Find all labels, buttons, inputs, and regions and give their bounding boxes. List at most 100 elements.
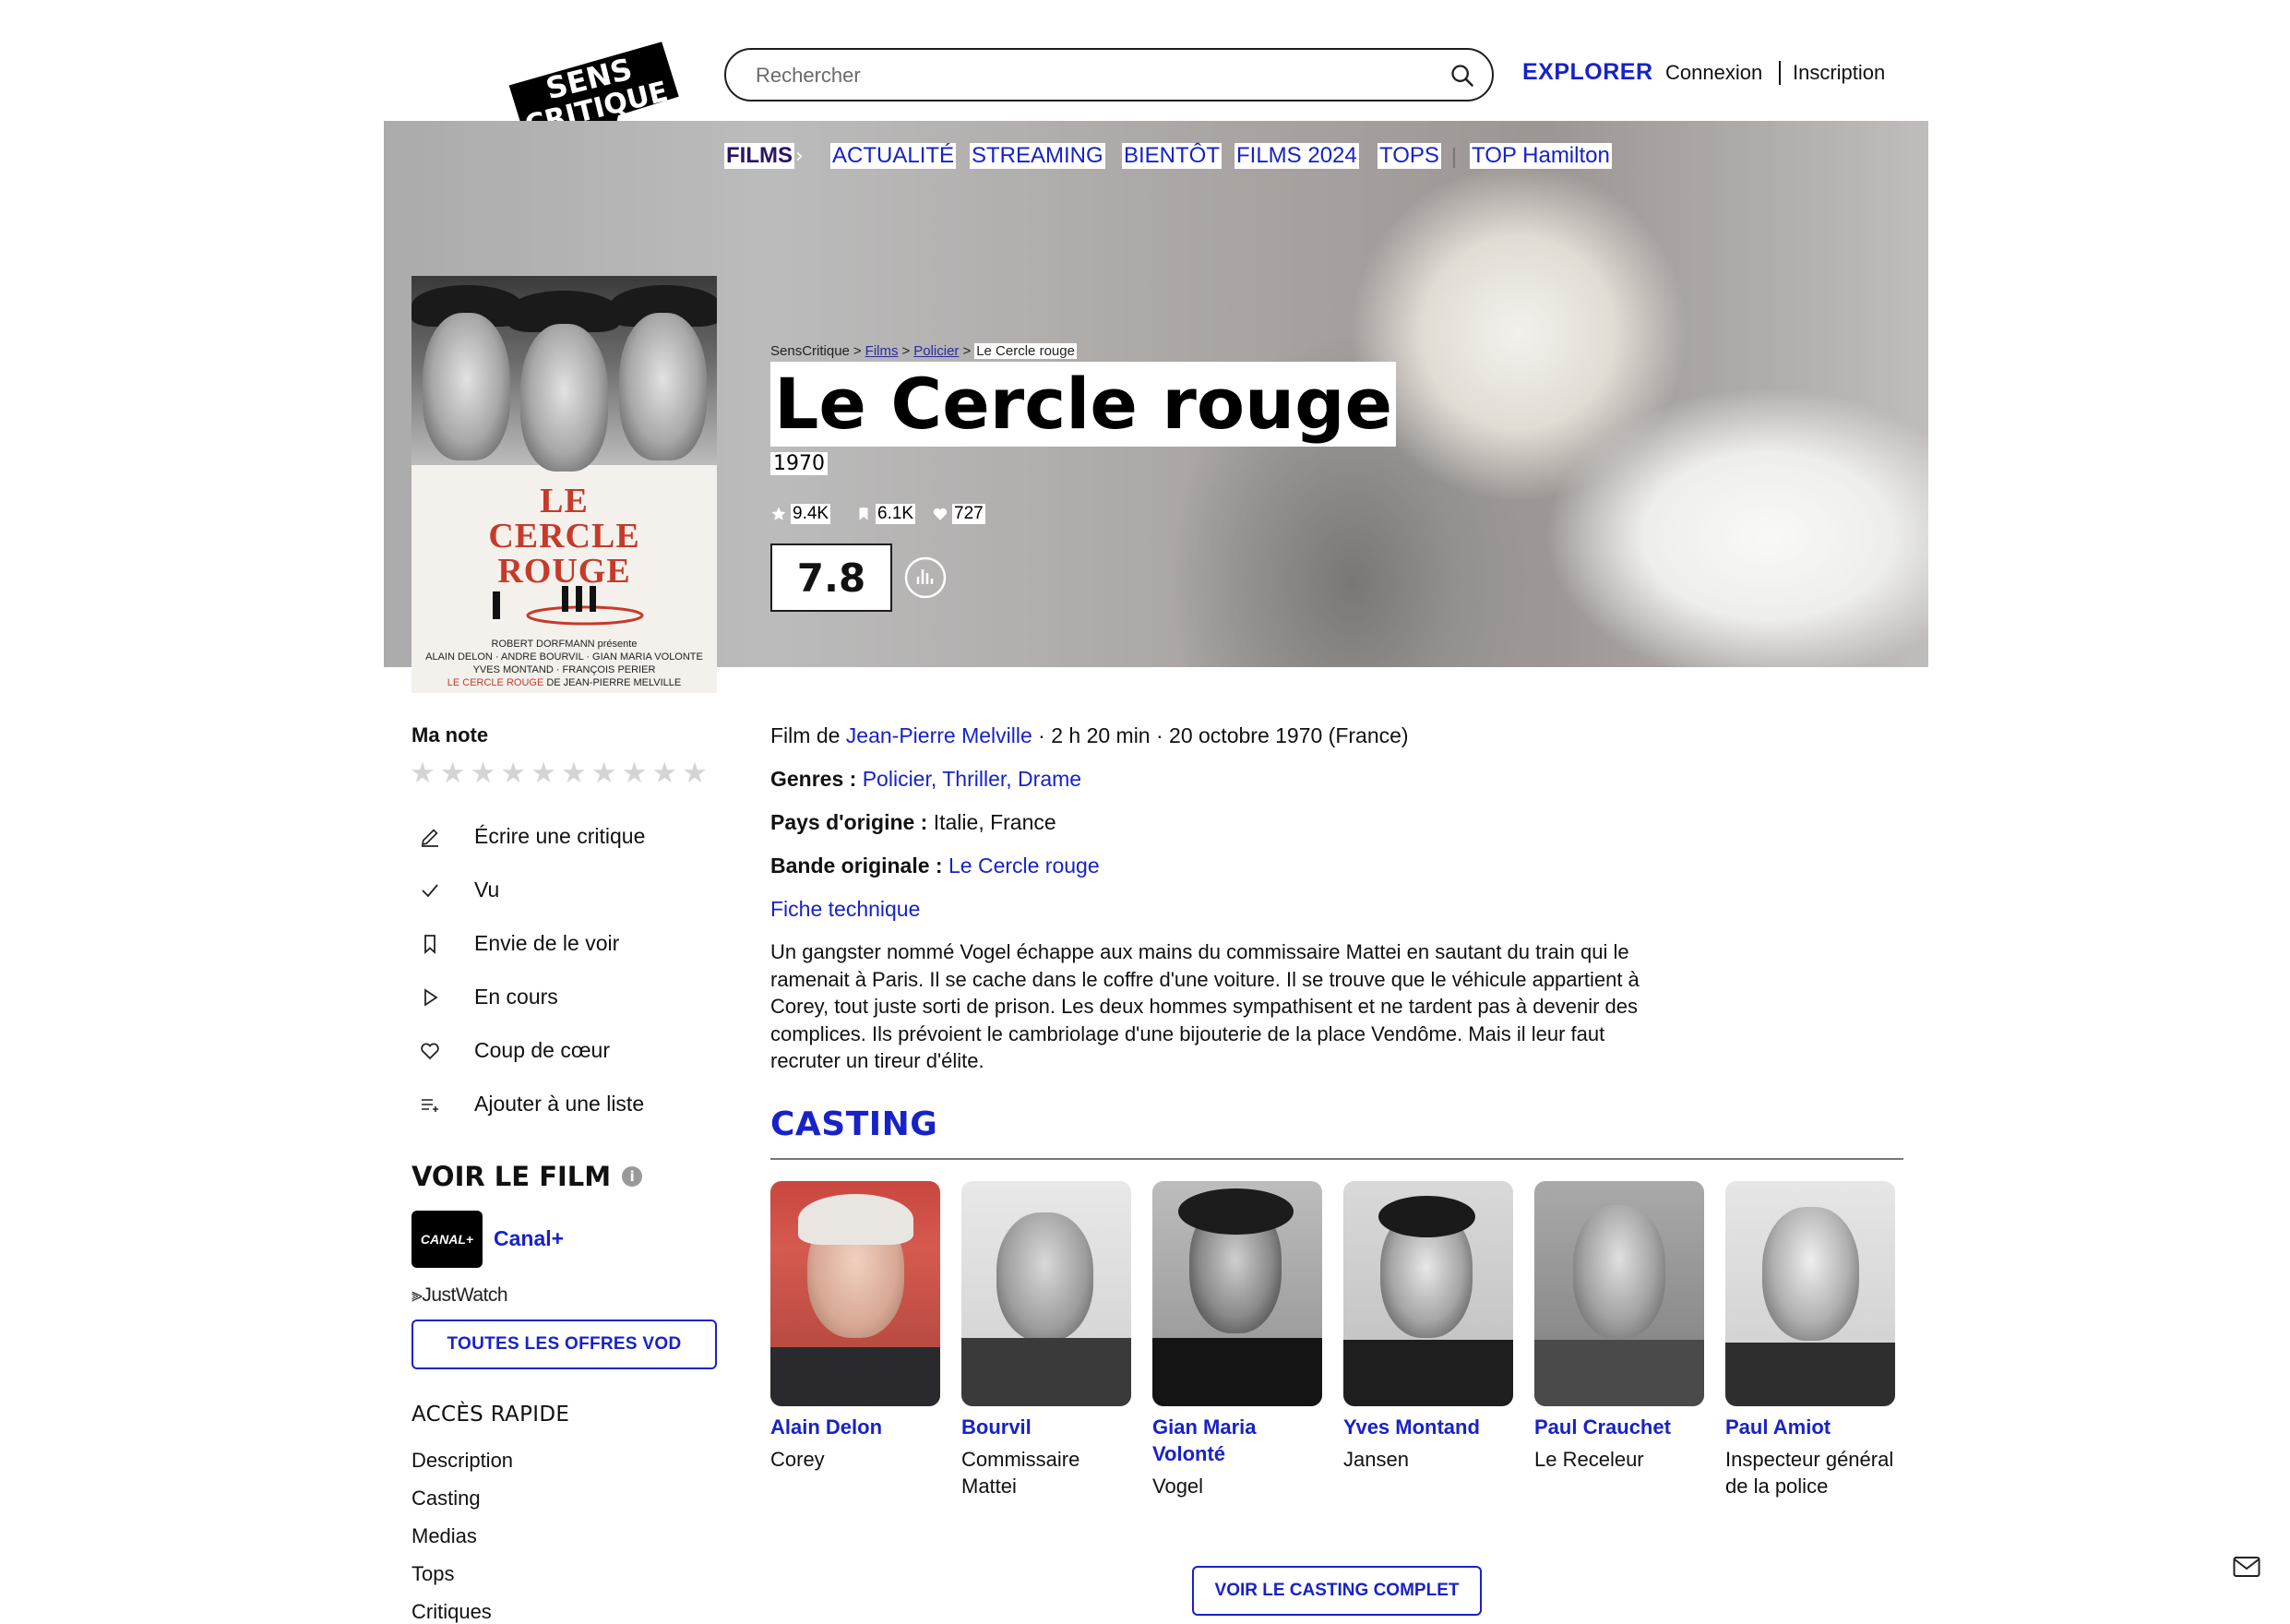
quick-link-medias[interactable]: Medias bbox=[411, 1524, 477, 1548]
breadcrumb: SensCritique > Films > Policier > Le Cercle ro… bbox=[770, 343, 1077, 359]
quick-link-tops[interactable]: Tops bbox=[411, 1562, 454, 1586]
poster-image bbox=[411, 276, 717, 472]
heart-icon bbox=[933, 508, 948, 520]
write-review-action[interactable]: Écrire une critique bbox=[419, 824, 645, 849]
nav-films-2024[interactable]: FILMS 2024 bbox=[1234, 143, 1359, 169]
my-rating-label: Ma note bbox=[411, 723, 489, 746]
synopsis: Un gangster nommé Vogel échappe aux main… bbox=[770, 940, 1640, 1072]
nav-tops[interactable]: TOPS bbox=[1378, 143, 1441, 169]
breadcrumb-senscritique[interactable]: SensCritique bbox=[770, 343, 850, 359]
actor-photo[interactable] bbox=[770, 1181, 940, 1406]
star-icon[interactable]: ★ bbox=[682, 759, 708, 788]
quick-access-heading: ACCÈS RAPIDE bbox=[411, 1403, 570, 1427]
full-cast-button[interactable]: VOIR LE CASTING COMPLET bbox=[1192, 1566, 1482, 1616]
actor-role: Le Receleur bbox=[1534, 1448, 1644, 1471]
play-icon bbox=[424, 987, 438, 1007]
canal-plus-link[interactable]: Canal+ bbox=[494, 1226, 564, 1251]
soundtrack-line: Bande originale : Le Cercle rouge bbox=[770, 854, 1100, 878]
actor-role: Commissaire Mattei bbox=[961, 1448, 1080, 1498]
film-poster[interactable]: LE CERCLE ROUGE ROBERT DORFMANN présente… bbox=[411, 276, 717, 693]
director-link[interactable]: Jean-Pierre Melville bbox=[846, 723, 1032, 747]
add-to-list-action[interactable]: Ajouter à une liste bbox=[419, 1092, 644, 1116]
actor-role: Inspecteur général de la police bbox=[1725, 1448, 1894, 1498]
star-icon[interactable]: ★ bbox=[531, 759, 556, 788]
breadcrumb-films[interactable]: Films bbox=[865, 343, 899, 359]
poster-title: LE CERCLE ROUGE bbox=[488, 482, 640, 591]
search-bar[interactable] bbox=[724, 48, 1494, 102]
in-progress-action[interactable]: En cours bbox=[419, 985, 558, 1009]
genre-link-policier[interactable]: Policier bbox=[863, 767, 931, 791]
actor-card[interactable]: Bourvil Commissaire Mattei bbox=[961, 1181, 1131, 1499]
actor-name: Paul Crauchet bbox=[1534, 1415, 1671, 1439]
justwatch-icon: ⫸ bbox=[411, 1284, 423, 1306]
star-icon[interactable]: ★ bbox=[440, 759, 466, 788]
nav-films[interactable]: FILMS bbox=[724, 143, 794, 169]
all-vod-offers-button[interactable]: TOUTES LES OFFRES VOD bbox=[411, 1320, 717, 1369]
actor-card[interactable]: Paul Amiot Inspecteur général de la poli… bbox=[1725, 1181, 1895, 1499]
header-divider bbox=[1779, 61, 1781, 85]
login-link[interactable]: Connexion bbox=[1665, 61, 1762, 85]
tech-sheet-link[interactable]: Fiche technique bbox=[770, 897, 920, 922]
star-icon[interactable]: ★ bbox=[651, 759, 677, 788]
star-icon[interactable]: ★ bbox=[591, 759, 617, 788]
ratings-count: 9.4K bbox=[770, 504, 831, 524]
breadcrumb-policier[interactable]: Policier bbox=[913, 343, 959, 359]
star-icon[interactable]: ★ bbox=[410, 759, 435, 788]
signup-link[interactable]: Inscription bbox=[1793, 61, 1885, 85]
favorite-action[interactable]: Coup de cœur bbox=[419, 1038, 610, 1063]
nav-bientot[interactable]: BIENTÔT bbox=[1122, 143, 1223, 169]
nav-streaming[interactable]: STREAMING bbox=[970, 143, 1105, 169]
actor-name: Paul Amiot bbox=[1725, 1415, 1831, 1439]
film-title: Le Cercle rouge bbox=[770, 362, 1397, 447]
genre-link-drame[interactable]: Drame bbox=[1018, 767, 1081, 791]
explorer-link[interactable]: EXPLORER bbox=[1522, 59, 1653, 86]
soundtrack-link[interactable]: Le Cercle rouge bbox=[948, 854, 1100, 878]
actor-card[interactable]: Paul Crauchet Le Receleur bbox=[1534, 1181, 1704, 1473]
mail-icon[interactable] bbox=[2233, 1556, 2260, 1578]
actor-name: Yves Montand bbox=[1343, 1415, 1480, 1439]
poster-figures bbox=[493, 586, 644, 626]
casting-heading: CASTING bbox=[770, 1105, 938, 1143]
bookmark-icon bbox=[424, 934, 435, 954]
list-add-icon bbox=[422, 1098, 438, 1112]
casting-divider bbox=[770, 1158, 1903, 1160]
bookmark-icon bbox=[859, 508, 868, 520]
heart-icon bbox=[421, 1043, 439, 1059]
seen-action[interactable]: Vu bbox=[419, 878, 499, 902]
rating-distribution-icon[interactable] bbox=[904, 556, 947, 599]
actor-photo[interactable] bbox=[1725, 1181, 1895, 1406]
quick-link-description[interactable]: Description bbox=[411, 1449, 513, 1473]
quick-link-critiques[interactable]: Critiques bbox=[411, 1600, 492, 1624]
actor-role: Corey bbox=[770, 1448, 825, 1471]
justwatch-logo[interactable]: ⫸JustWatch bbox=[411, 1284, 508, 1307]
want-to-see-action[interactable]: Envie de le voir bbox=[419, 931, 619, 956]
actor-name: Bourvil bbox=[961, 1415, 1032, 1439]
actor-photo[interactable] bbox=[1534, 1181, 1704, 1406]
breadcrumb-current: Le Cercle rouge bbox=[974, 343, 1077, 359]
search-icon[interactable] bbox=[1449, 63, 1475, 89]
wishlist-count: 6.1K bbox=[855, 504, 916, 524]
search-input[interactable] bbox=[754, 61, 1422, 90]
star-icon[interactable]: ★ bbox=[561, 759, 587, 788]
canal-plus-logo[interactable]: CANAL+ bbox=[411, 1211, 483, 1268]
actor-photo[interactable] bbox=[961, 1181, 1131, 1406]
actor-photo[interactable] bbox=[1152, 1181, 1322, 1406]
actor-role: Vogel bbox=[1152, 1475, 1204, 1498]
actor-card[interactable]: Alain Delon Corey bbox=[770, 1181, 940, 1473]
actor-card[interactable]: Yves Montand Jansen bbox=[1343, 1181, 1513, 1473]
pencil-icon bbox=[421, 828, 438, 847]
nav-top-hamilton[interactable]: TOP Hamilton bbox=[1470, 143, 1612, 169]
film-year: 1970 bbox=[770, 452, 828, 475]
actor-name: Gian Maria Volonté bbox=[1152, 1415, 1257, 1465]
rating-stars[interactable]: ★ ★ ★ ★ ★ ★ ★ ★ ★ ★ bbox=[410, 759, 708, 788]
genre-link-thriller[interactable]: Thriller bbox=[942, 767, 1006, 791]
nav-actualite[interactable]: ACTUALITÉ bbox=[830, 143, 957, 169]
star-icon[interactable]: ★ bbox=[500, 759, 526, 788]
star-icon[interactable]: ★ bbox=[622, 759, 648, 788]
info-icon[interactable]: i bbox=[622, 1166, 643, 1187]
quick-link-casting[interactable]: Casting bbox=[411, 1487, 481, 1511]
actor-card[interactable]: Gian Maria Volonté Vogel bbox=[1152, 1181, 1322, 1499]
favorites-count: 727 bbox=[932, 504, 985, 524]
actor-photo[interactable] bbox=[1343, 1181, 1513, 1406]
star-icon[interactable]: ★ bbox=[471, 759, 496, 788]
